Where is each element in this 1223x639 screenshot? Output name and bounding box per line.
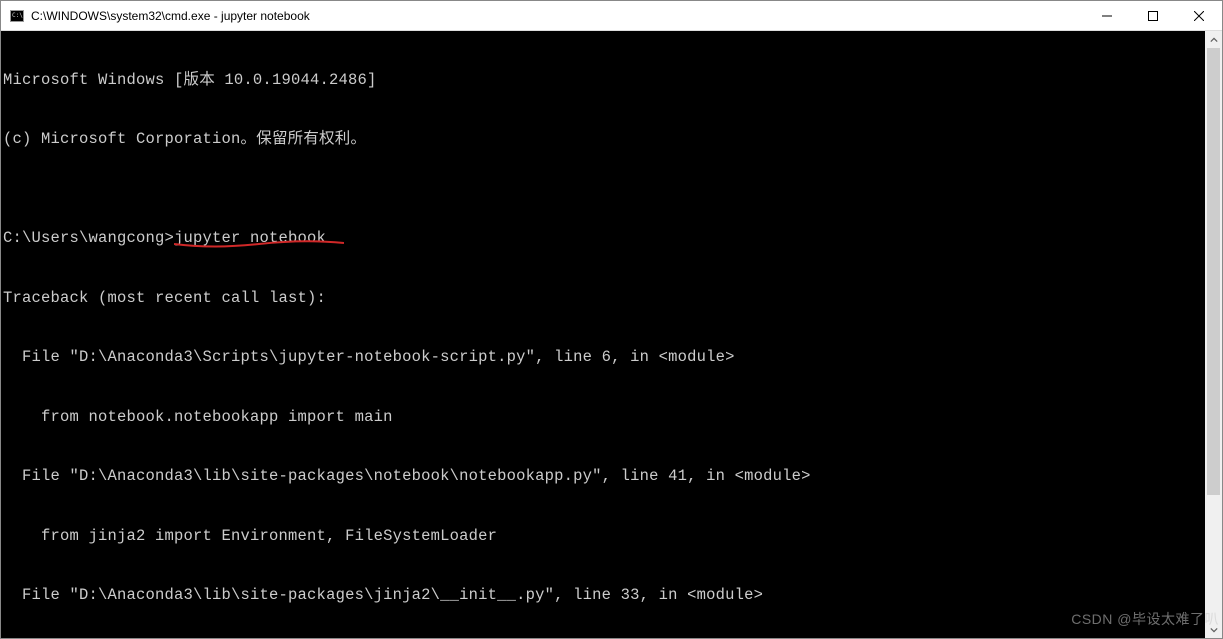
titlebar[interactable]: C:\WINDOWS\system32\cmd.exe - jupyter no… [1, 1, 1222, 31]
terminal-line: from jinja2 import Environment, FileSyst… [3, 527, 1220, 547]
scroll-track[interactable] [1205, 48, 1222, 621]
terminal-line: (c) Microsoft Corporation。保留所有权利。 [3, 130, 1220, 150]
watermark: CSDN @毕设太难了叭 [1071, 609, 1219, 629]
terminal-line: from notebook.notebookapp import main [3, 408, 1220, 428]
close-button[interactable] [1176, 1, 1222, 30]
typed-command: jupyter notebook [174, 229, 326, 247]
terminal-line: File "D:\Anaconda3\lib\site-packages\not… [3, 467, 1220, 487]
minimize-button[interactable] [1084, 1, 1130, 30]
terminal-line: File "D:\Anaconda3\Scripts\jupyter-noteb… [3, 348, 1220, 368]
terminal-line: Traceback (most recent call last): [3, 289, 1220, 309]
prompt: C:\Users\wangcong> [3, 229, 174, 247]
window-controls [1084, 1, 1222, 30]
terminal-line: C:\Users\wangcong>jupyter notebook [3, 229, 1220, 249]
scroll-up-button[interactable] [1205, 31, 1222, 48]
scroll-thumb[interactable] [1207, 48, 1220, 495]
chevron-up-icon [1210, 36, 1218, 44]
window-title: C:\WINDOWS\system32\cmd.exe - jupyter no… [31, 9, 310, 23]
window-frame: C:\WINDOWS\system32\cmd.exe - jupyter no… [0, 0, 1223, 639]
terminal-line: Microsoft Windows [版本 10.0.19044.2486] [3, 71, 1220, 91]
cmd-icon [9, 8, 25, 24]
vertical-scrollbar[interactable] [1205, 31, 1222, 638]
terminal-line: File "D:\Anaconda3\lib\site-packages\jin… [3, 586, 1220, 606]
maximize-button[interactable] [1130, 1, 1176, 30]
terminal-output[interactable]: Microsoft Windows [版本 10.0.19044.2486] (… [1, 31, 1222, 638]
